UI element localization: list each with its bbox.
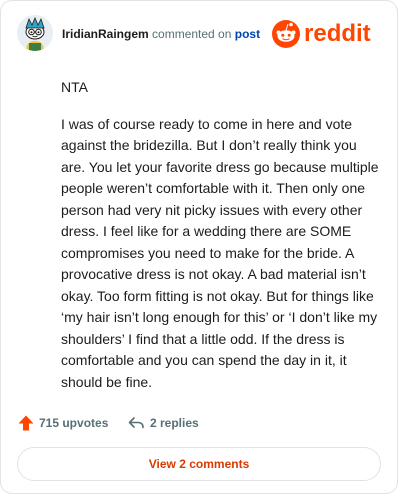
comment-paragraph: NTA xyxy=(61,79,88,95)
upvote-arrow-icon xyxy=(18,415,34,431)
replies-button[interactable]: 2 replies xyxy=(127,413,199,433)
reddit-logo-icon: reddit xyxy=(272,20,371,48)
user-avatar[interactable] xyxy=(17,15,53,51)
upvote-button[interactable]: 715 upvotes xyxy=(17,413,108,433)
reddit-wordmark: reddit xyxy=(304,20,371,47)
snoo-avatar-icon xyxy=(17,15,53,51)
reply-count: 2 replies xyxy=(150,416,199,430)
reddit-brand[interactable]: reddit xyxy=(271,17,379,49)
commented-on-text: commented on xyxy=(152,27,232,41)
comment-body: NTA I was of course ready to come in her… xyxy=(61,77,381,408)
comment-card: IridianRaingem commented on post reddit … xyxy=(0,0,398,494)
reply-arrow-icon xyxy=(128,417,144,429)
username-link[interactable]: IridianRaingem xyxy=(62,27,149,41)
comment-byline: IridianRaingem commented on post xyxy=(62,27,260,41)
view-comments-button[interactable]: View 2 comments xyxy=(17,447,381,481)
post-link[interactable]: post xyxy=(235,27,260,41)
comment-header: IridianRaingem commented on post reddit xyxy=(17,15,381,55)
view-comments-label: View 2 comments xyxy=(148,457,250,471)
upvote-count: 715 upvotes xyxy=(39,416,109,430)
comment-paragraph: I was of course ready to come in here an… xyxy=(61,115,379,390)
